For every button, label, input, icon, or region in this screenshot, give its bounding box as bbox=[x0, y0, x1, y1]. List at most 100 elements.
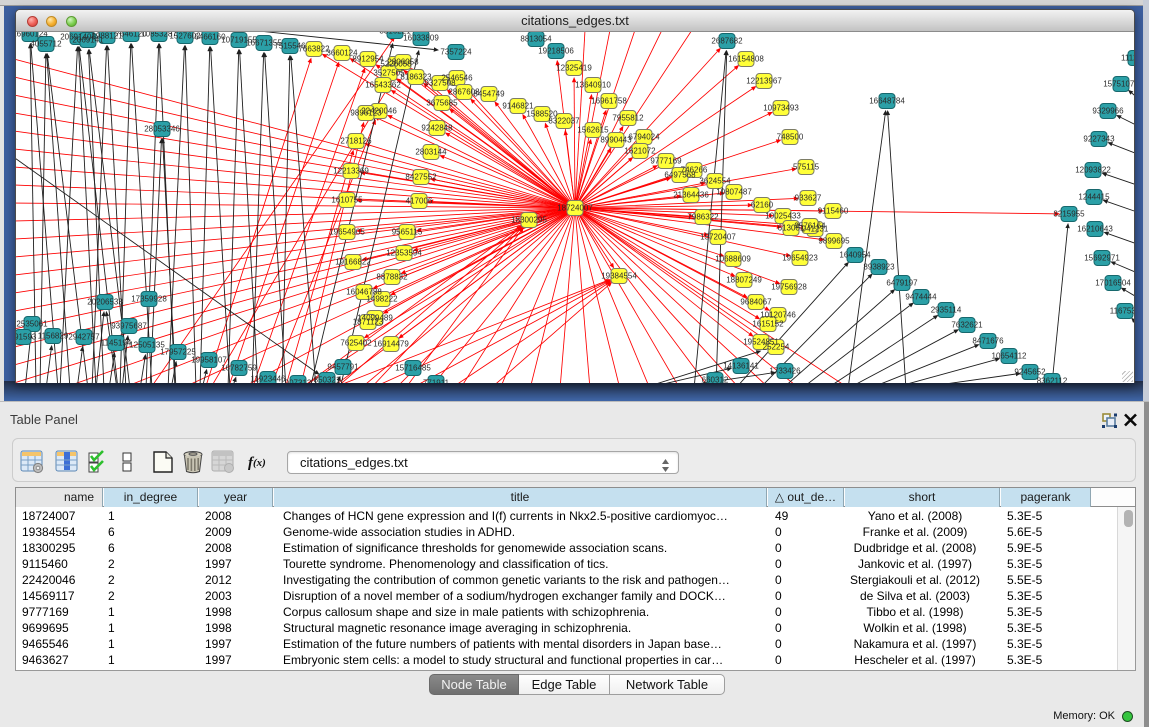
svg-text:1621072: 1621072 bbox=[624, 147, 656, 156]
svg-text:16914479: 16914479 bbox=[373, 340, 409, 349]
svg-text:1156829: 1156829 bbox=[38, 332, 69, 341]
svg-text:1562615: 1562615 bbox=[577, 126, 609, 135]
svg-text:10120746: 10120746 bbox=[760, 311, 796, 320]
svg-text:19384554: 19384554 bbox=[601, 272, 637, 281]
svg-text:991593: 991593 bbox=[16, 333, 37, 342]
svg-text:9227343: 9227343 bbox=[1083, 135, 1115, 144]
svg-text:8427552: 8427552 bbox=[405, 173, 437, 182]
svg-text:252254: 252254 bbox=[763, 343, 790, 352]
svg-text:16543362: 16543362 bbox=[365, 81, 401, 90]
svg-text:1167533: 1167533 bbox=[1110, 307, 1134, 316]
svg-text:8878832: 8878832 bbox=[376, 273, 408, 282]
svg-text:746266: 746266 bbox=[681, 166, 708, 175]
svg-text:2942757: 2942757 bbox=[68, 333, 100, 342]
svg-text:20206533: 20206533 bbox=[87, 298, 123, 307]
svg-text:1871123: 1871123 bbox=[353, 318, 384, 327]
svg-text:19654923: 19654923 bbox=[782, 254, 818, 263]
svg-text:10688609: 10688609 bbox=[715, 255, 751, 264]
svg-text:2535061: 2535061 bbox=[16, 320, 48, 329]
svg-text:1615152: 1615152 bbox=[752, 320, 784, 329]
svg-text:15720407: 15720407 bbox=[700, 233, 736, 242]
svg-text:2806058: 2806058 bbox=[387, 58, 419, 67]
svg-text:18300295: 18300295 bbox=[511, 216, 547, 225]
svg-text:10025433: 10025433 bbox=[765, 212, 801, 221]
svg-text:19756928: 19756928 bbox=[771, 283, 807, 292]
svg-text:1610755: 1610755 bbox=[331, 196, 363, 205]
svg-text:9115460: 9115460 bbox=[818, 207, 849, 216]
svg-text:62160: 62160 bbox=[751, 201, 774, 210]
svg-text:1112061: 1112061 bbox=[1121, 54, 1134, 63]
svg-text:9457791: 9457791 bbox=[327, 363, 359, 372]
svg-text:16033809: 16033809 bbox=[403, 34, 439, 43]
svg-text:8938923: 8938923 bbox=[863, 263, 895, 272]
svg-text:7663822: 7663822 bbox=[298, 45, 330, 54]
svg-text:18724007: 18724007 bbox=[557, 204, 593, 213]
svg-text:16782759: 16782759 bbox=[221, 364, 257, 373]
svg-text:8215955: 8215955 bbox=[1053, 210, 1085, 219]
svg-text:13640910: 13640910 bbox=[575, 81, 611, 90]
svg-text:12213369: 12213369 bbox=[333, 167, 369, 176]
svg-text:417006: 417006 bbox=[406, 197, 433, 206]
svg-text:(x): (x) bbox=[253, 457, 266, 469]
svg-text:3624554: 3624554 bbox=[699, 177, 731, 186]
svg-text:8454749: 8454749 bbox=[473, 90, 505, 99]
svg-text:7632621: 7632621 bbox=[951, 321, 983, 330]
svg-text:1498222: 1498222 bbox=[366, 295, 398, 304]
svg-text:850321: 850321 bbox=[314, 376, 341, 384]
svg-text:10807487: 10807487 bbox=[716, 188, 752, 197]
svg-text:660312: 660312 bbox=[702, 376, 729, 384]
svg-text:16154808: 16154808 bbox=[728, 55, 764, 64]
svg-text:6479197: 6479197 bbox=[886, 279, 918, 288]
svg-text:1244415: 1244415 bbox=[1078, 193, 1110, 202]
svg-text:2803144: 2803144 bbox=[415, 148, 447, 157]
svg-text:10654112: 10654112 bbox=[992, 352, 1028, 361]
svg-text:12325419: 12325419 bbox=[556, 64, 592, 73]
svg-text:933627: 933627 bbox=[795, 194, 822, 203]
svg-text:14136141: 14136141 bbox=[723, 362, 759, 371]
svg-text:9242848: 9242848 bbox=[421, 124, 453, 133]
svg-text:2546546: 2546546 bbox=[441, 74, 473, 83]
svg-text:9777169: 9777169 bbox=[650, 157, 682, 166]
svg-text:16960124: 16960124 bbox=[16, 32, 48, 39]
svg-text:1733426: 1733426 bbox=[769, 367, 801, 376]
svg-text:9576164: 9576164 bbox=[794, 222, 826, 231]
svg-text:1145194: 1145194 bbox=[101, 339, 132, 348]
svg-text:3675685: 3675685 bbox=[426, 99, 458, 108]
svg-text:17016504: 17016504 bbox=[1095, 279, 1131, 288]
svg-text:748500: 748500 bbox=[777, 133, 804, 142]
svg-text:9474444: 9474444 bbox=[905, 293, 937, 302]
svg-text:2687682: 2687682 bbox=[711, 37, 743, 46]
svg-text:8322037: 8322037 bbox=[548, 117, 580, 126]
svg-text:2935114: 2935114 bbox=[931, 306, 962, 315]
svg-text:9899695: 9899695 bbox=[818, 237, 850, 246]
svg-text:12093822: 12093822 bbox=[1075, 166, 1111, 175]
svg-text:17359928: 17359928 bbox=[131, 295, 167, 304]
svg-text:15716485: 15716485 bbox=[395, 364, 431, 373]
svg-text:575115: 575115 bbox=[793, 163, 820, 172]
svg-text:9245652: 9245652 bbox=[1014, 368, 1046, 377]
svg-text:15692971: 15692971 bbox=[1084, 254, 1120, 263]
svg-text:28053346: 28053346 bbox=[144, 125, 180, 134]
svg-text:9896123: 9896123 bbox=[350, 109, 382, 118]
svg-text:11923446: 11923446 bbox=[251, 375, 287, 384]
svg-text:8813054: 8813054 bbox=[520, 35, 552, 44]
svg-text:7955812: 7955812 bbox=[612, 114, 644, 123]
svg-text:1640954: 1640954 bbox=[839, 251, 871, 260]
svg-text:8990443: 8990443 bbox=[600, 136, 632, 145]
svg-text:2718126: 2718126 bbox=[340, 137, 372, 146]
svg-text:7986322: 7986322 bbox=[687, 213, 719, 222]
svg-text:9565115: 9565115 bbox=[392, 228, 423, 237]
svg-text:16210643: 16210643 bbox=[1077, 225, 1113, 234]
svg-text:15751074: 15751074 bbox=[1103, 80, 1134, 89]
svg-text:16648784: 16648784 bbox=[869, 97, 905, 106]
svg-text:9329966: 9329966 bbox=[1092, 107, 1124, 116]
svg-text:18807249: 18807249 bbox=[726, 276, 762, 285]
svg-text:19218506: 19218506 bbox=[538, 47, 574, 56]
svg-text:8471676: 8471676 bbox=[972, 337, 1004, 346]
svg-text:8912954: 8912954 bbox=[352, 55, 384, 64]
svg-text:12213967: 12213967 bbox=[746, 77, 782, 86]
svg-text:6794024: 6794024 bbox=[628, 133, 660, 142]
svg-text:7625402: 7625402 bbox=[340, 339, 372, 348]
svg-text:771911: 771911 bbox=[423, 379, 450, 384]
svg-text:12353594: 12353594 bbox=[386, 249, 422, 258]
